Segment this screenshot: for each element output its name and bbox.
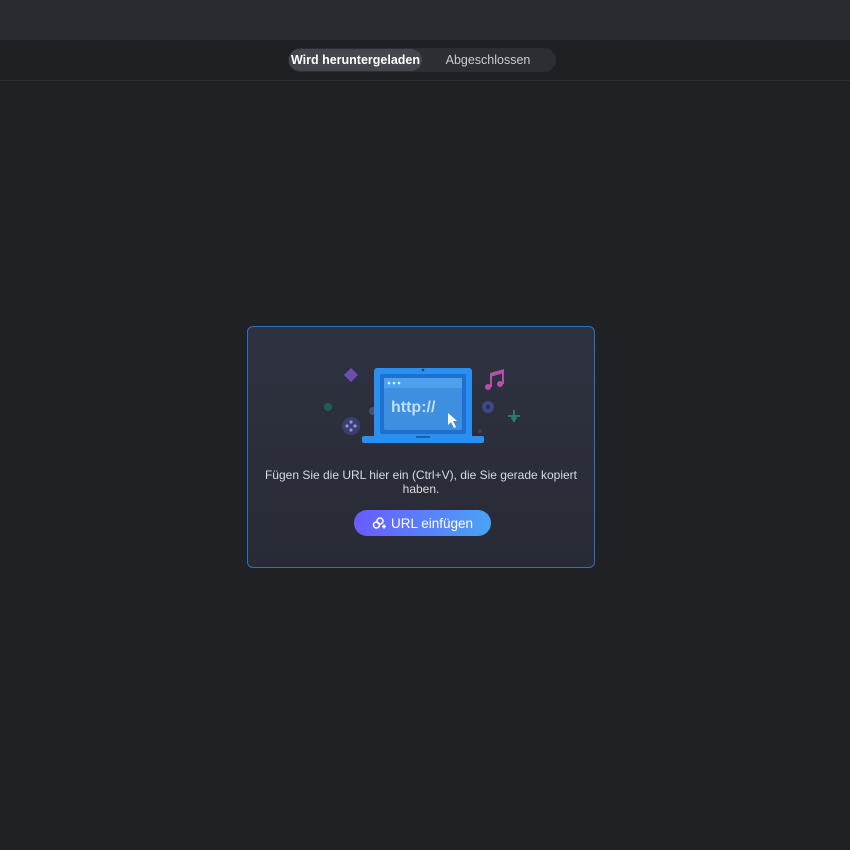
paste-url-button-label: URL einfügen — [390, 515, 474, 531]
diamond-icon — [343, 367, 359, 383]
tab-downloading[interactable]: Wird heruntergeladen — [289, 49, 422, 71]
laptop-icon: http:// — [362, 368, 484, 443]
title-bar — [0, 0, 850, 40]
link-plus-icon — [372, 517, 386, 529]
music-note-icon — [485, 369, 504, 390]
paste-url-button[interactable]: URL einfügen — [354, 510, 491, 536]
download-status-switch: Wird heruntergeladen Abgeschlossen — [288, 48, 556, 72]
http-text: http:// — [391, 399, 436, 416]
gamepad-icon — [342, 417, 360, 435]
dot-icon — [324, 403, 332, 411]
url-drop-zone[interactable]: http:// Fügen Sie die URL hier ein (Ctrl… — [247, 326, 595, 568]
laptop-url-illustration: http:// — [324, 367, 520, 443]
tab-bar: Wird heruntergeladen Abgeschlossen — [0, 40, 850, 81]
paste-hint-text: Fügen Sie die URL hier ein (Ctrl+V), die… — [264, 468, 578, 496]
tab-completed[interactable]: Abgeschlossen — [423, 49, 553, 71]
